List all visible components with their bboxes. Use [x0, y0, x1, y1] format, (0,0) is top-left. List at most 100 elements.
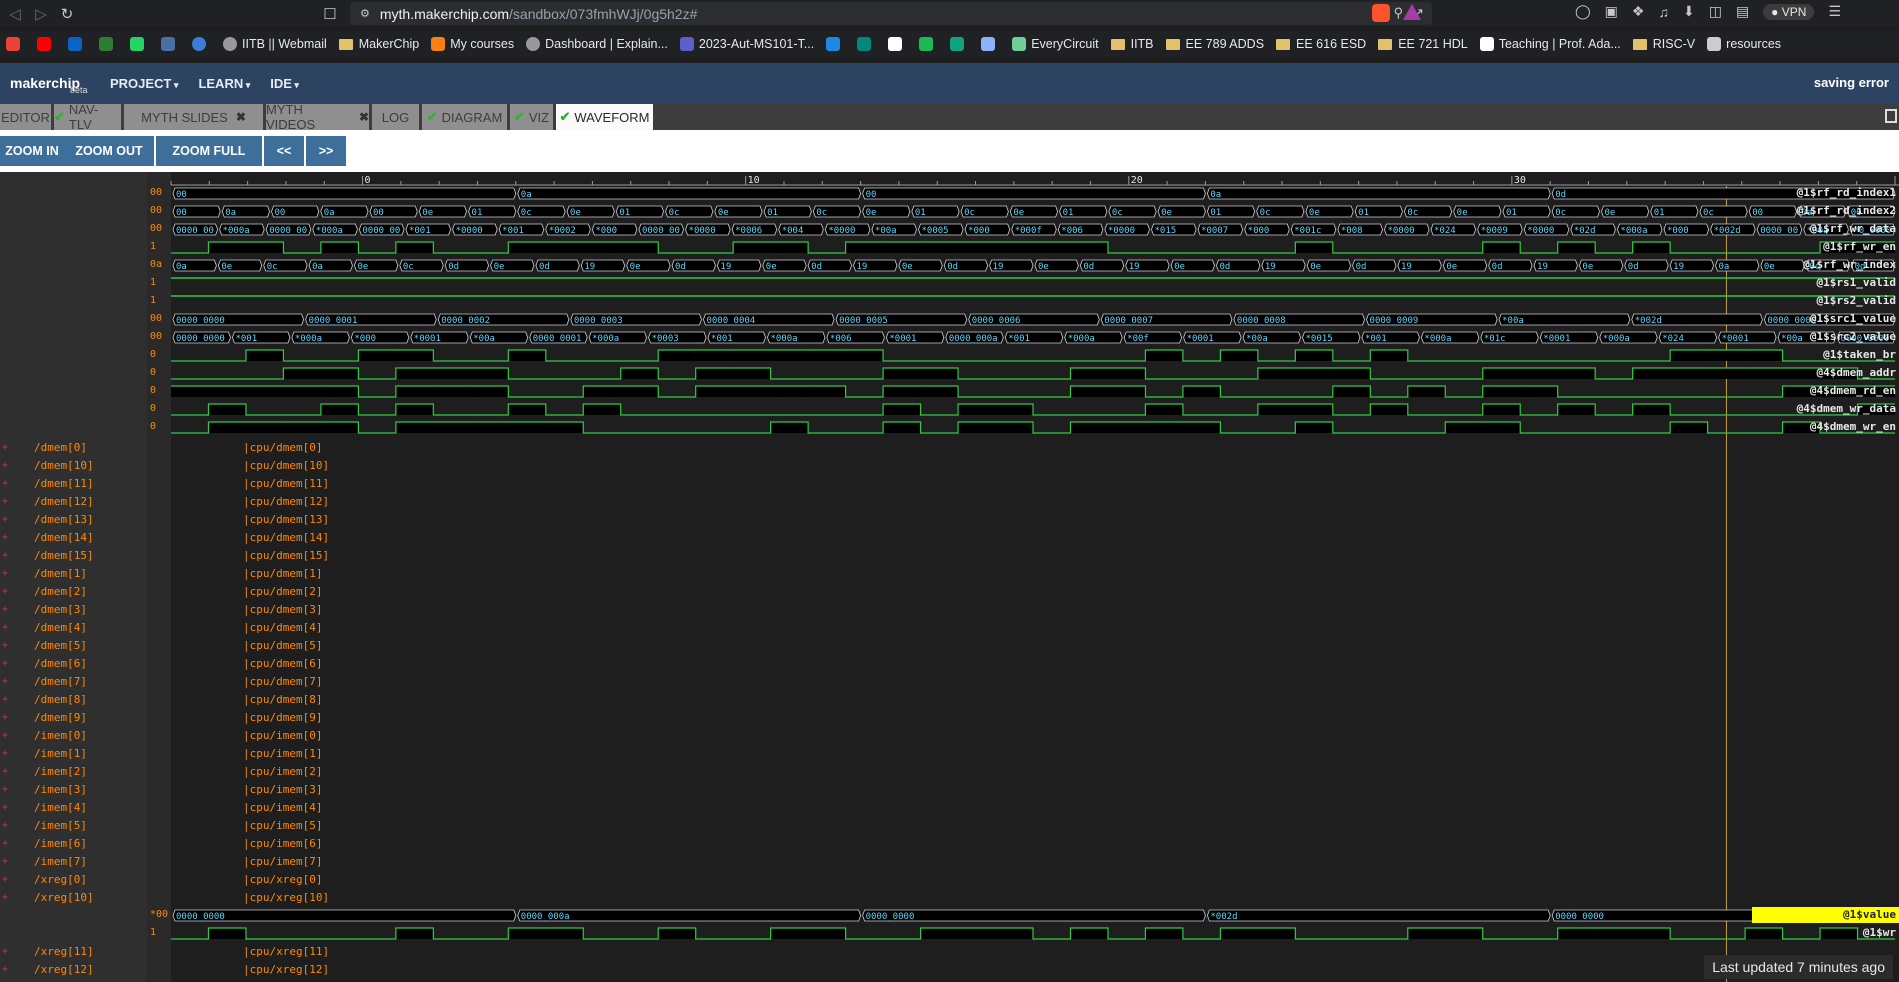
extension-wallet-icon[interactable]: ◯ [1575, 3, 1591, 20]
bookmark-item[interactable]: RISC-V [1627, 33, 1701, 55]
expand-icon[interactable]: + [2, 818, 8, 834]
scope-row[interactable]: + /dmem[4] |cpu/dmem[4] [0, 620, 400, 636]
bookmark-item[interactable] [882, 33, 913, 55]
scope-row[interactable]: + /dmem[14] |cpu/dmem[14] [0, 530, 400, 546]
signal-name[interactable]: @1$src1_value [1752, 311, 1899, 327]
split-view-icon[interactable]: ◫ [1709, 3, 1722, 20]
bookmark-item[interactable]: EveryCircuit [1006, 33, 1104, 55]
signal-name[interactable]: @4$dmem_wr_data [1752, 401, 1899, 417]
expand-icon[interactable]: + [2, 728, 8, 744]
bookmark-item[interactable] [0, 33, 31, 55]
expand-icon[interactable]: + [2, 962, 8, 978]
scope-row[interactable]: + /xreg[11] |cpu/xreg[11] [0, 944, 400, 960]
scope-row[interactable]: + /imem[6] |cpu/imem[6] [0, 836, 400, 852]
tab-myth-slides[interactable]: MYTH SLIDES ✖ [124, 104, 264, 130]
scope-row[interactable]: + /imem[0] |cpu/imem[0] [0, 728, 400, 744]
expand-icon[interactable]: + [2, 944, 8, 960]
scope-row[interactable]: + /imem[3] |cpu/imem[3] [0, 782, 400, 798]
scope-row[interactable]: + /xreg[0] |cpu/xreg[0] [0, 872, 400, 888]
bookmark-item[interactable] [31, 33, 62, 55]
signal-name[interactable]: @1$rs2_valid [1752, 293, 1899, 309]
tab-myth-videos[interactable]: MYTH VIDEOS ✖ [266, 102, 370, 132]
scope-row[interactable]: + /dmem[6] |cpu/dmem[6] [0, 656, 400, 672]
expand-icon[interactable]: + [2, 656, 8, 672]
expand-icon[interactable]: + [2, 764, 8, 780]
bookmark-item[interactable]: IITB || Webmail [217, 33, 333, 55]
scope-row[interactable]: + /imem[7] |cpu/imem[7] [0, 854, 400, 870]
expand-icon[interactable]: + [2, 800, 8, 816]
scope-row[interactable]: + /imem[1] |cpu/imem[1] [0, 746, 400, 762]
scope-row[interactable]: + /dmem[2] |cpu/dmem[2] [0, 584, 400, 600]
bookmark-item[interactable] [155, 33, 186, 55]
bookmark-item[interactable]: Dashboard | Explain... [520, 33, 674, 55]
scope-row[interactable]: + /dmem[7] |cpu/dmem[7] [0, 674, 400, 690]
forward-icon[interactable]: ▷ [28, 1, 54, 27]
media-icon[interactable]: ♫ [1658, 4, 1669, 20]
expand-icon[interactable]: + [2, 584, 8, 600]
scope-row[interactable]: + /imem[4] |cpu/imem[4] [0, 800, 400, 816]
scope-row[interactable]: + /imem[2] |cpu/imem[2] [0, 764, 400, 780]
brave-shields-icon[interactable] [1372, 4, 1390, 22]
back-icon[interactable]: ◁ [2, 1, 28, 27]
bookmark-item[interactable] [124, 33, 155, 55]
expand-icon[interactable]: + [2, 782, 8, 798]
bookmark-item[interactable] [975, 33, 1006, 55]
expand-icon[interactable]: + [2, 476, 8, 492]
waveform-viewer[interactable]: 0 10 20 30 00 0a 00 0a 0d 00 0a 00 0a 00 0e 01 0c 0e 01 0c 0… [0, 172, 1899, 982]
signal-name[interactable]: @1$rf_rd_index2 [1752, 203, 1899, 219]
bookmark-item[interactable]: 2023-Aut-MS101-T... [674, 33, 820, 55]
zoom-in-button[interactable]: ZOOM IN [0, 136, 64, 166]
menu-ide[interactable]: IDE ▾ [270, 76, 299, 91]
brave-rewards-icon[interactable] [1403, 4, 1421, 20]
tab-viz[interactable]: ✔ VIZ [510, 104, 554, 130]
bookmark-icon[interactable]: ☐ [317, 1, 343, 27]
scope-row[interactable]: + /dmem[10] |cpu/dmem[10] [0, 458, 400, 474]
vpn-button[interactable]: ● VPN [1763, 3, 1815, 20]
tab-log[interactable]: LOG [372, 104, 420, 130]
expand-icon[interactable]: + [2, 692, 8, 708]
scope-row[interactable]: + /xreg[12] |cpu/xreg[12] [0, 962, 400, 978]
bookmark-item[interactable] [93, 33, 124, 55]
bookmark-item[interactable]: EE 721 HDL [1372, 33, 1473, 55]
bookmark-item[interactable]: MakerChip [333, 33, 425, 55]
expand-icon[interactable]: + [2, 836, 8, 852]
expand-icon[interactable]: + [2, 746, 8, 762]
tab-editor[interactable]: EDITOR [0, 104, 52, 130]
tab-diagram[interactable]: ✔ DIAGRAM [422, 104, 508, 130]
scope-row[interactable]: + /dmem[15] |cpu/dmem[15] [0, 548, 400, 564]
bookmark-item[interactable] [820, 33, 851, 55]
zoom-full-button[interactable]: ZOOM FULL [156, 136, 262, 166]
bookmark-item[interactable]: My courses [425, 33, 520, 55]
expand-icon[interactable]: + [2, 710, 8, 726]
makerchip-logo[interactable]: makerchip beta [10, 75, 90, 95]
close-icon[interactable]: ✖ [236, 110, 246, 124]
extensions-icon[interactable]: ❖ [1632, 3, 1645, 20]
expand-icon[interactable]: + [2, 602, 8, 618]
expand-icon[interactable]: + [2, 872, 8, 888]
scope-row[interactable]: + /dmem[1] |cpu/dmem[1] [0, 566, 400, 582]
bookmark-item[interactable] [186, 33, 217, 55]
scope-row[interactable]: + /dmem[8] |cpu/dmem[8] [0, 692, 400, 708]
bookmark-item[interactable]: resources [1701, 33, 1787, 55]
signal-name[interactable]: @1$rf_rd_index1 [1752, 185, 1899, 201]
scope-row[interactable]: + /dmem[12] |cpu/dmem[12] [0, 494, 400, 510]
bookmark-item[interactable] [913, 33, 944, 55]
tab-nav-tlv[interactable]: ✔ NAV-TLV [54, 102, 122, 132]
expand-icon[interactable]: + [2, 512, 8, 528]
scope-row[interactable]: + /dmem[0] |cpu/dmem[0] [0, 440, 400, 456]
zoom-icon[interactable]: ⚲ [1394, 5, 1404, 21]
download-icon[interactable]: ⬇ [1683, 3, 1695, 20]
signal-name[interactable]: @4$dmem_wr_en [1752, 419, 1899, 435]
zoom-out-button[interactable]: ZOOM OUT [64, 136, 154, 166]
expand-icon[interactable]: + [2, 638, 8, 654]
bookmark-item[interactable]: IITB [1105, 33, 1160, 55]
scope-row[interactable]: + /imem[5] |cpu/imem[5] [0, 818, 400, 834]
scope-row[interactable]: + /dmem[13] |cpu/dmem[13] [0, 512, 400, 528]
bookmark-item[interactable] [62, 33, 93, 55]
signal-name[interactable]: @1$rf_wr_data [1752, 221, 1899, 237]
bookmark-item[interactable]: EE 616 ESD [1270, 33, 1372, 55]
expand-icon[interactable]: + [2, 854, 8, 870]
scroll-right-button[interactable]: >> [306, 136, 346, 166]
menu-project[interactable]: PROJECT ▾ [110, 76, 178, 91]
wallet-icon[interactable]: ▤ [1736, 3, 1749, 20]
